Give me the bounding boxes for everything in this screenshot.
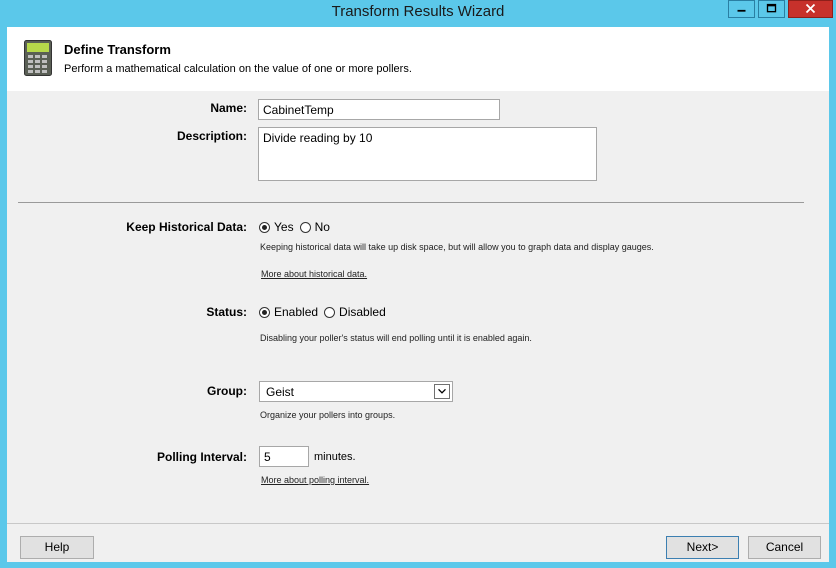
wizard-window: Transform Results Wizard Define Transfor… [0,0,836,568]
status-radio-group: Enabled Disabled [259,305,392,319]
wizard-header: Define Transform Perform a mathematical … [7,27,829,91]
description-textarea[interactable]: Divide reading by 10 [258,127,597,181]
keep-historical-yes-label[interactable]: Yes [274,220,294,234]
wizard-client-area: Define Transform Perform a mathematical … [7,27,829,562]
group-label: Group: [207,384,247,398]
maximize-button[interactable] [758,0,785,18]
cancel-button[interactable]: Cancel [748,536,821,559]
minimize-icon [737,9,746,12]
description-label: Description: [176,129,247,143]
status-disabled-label[interactable]: Disabled [339,305,386,319]
keep-historical-label: Keep Historical Data: [126,220,247,234]
section-divider [18,202,804,203]
polling-interval-link[interactable]: More about polling interval. [261,475,369,485]
polling-interval-input[interactable]: 5 [259,446,309,467]
status-disabled-radio[interactable] [324,306,336,318]
help-button[interactable]: Help [20,536,94,559]
keep-historical-no-label[interactable]: No [315,220,330,234]
status-enabled-radio[interactable] [259,306,270,318]
step-subtitle: Perform a mathematical calculation on th… [64,63,412,75]
group-selected-value: Geist [266,385,295,399]
polling-interval-unit: minutes. [314,451,356,463]
step-title: Define Transform [64,42,171,57]
title-bar[interactable]: Transform Results Wizard [0,0,836,24]
calculator-icon [24,40,52,76]
status-label: Status: [206,305,247,319]
name-label: Name: [210,101,247,115]
minimize-button[interactable] [728,0,755,18]
chevron-down-icon[interactable] [434,384,450,399]
keep-historical-hint: Keeping historical data will take up dis… [260,242,654,252]
group-select[interactable]: Geist [259,381,453,402]
keep-historical-yes-radio[interactable] [259,221,270,233]
close-icon [805,3,816,14]
polling-interval-label: Polling Interval: [156,450,247,464]
next-button[interactable]: Next> [666,536,739,559]
window-title: Transform Results Wizard [331,3,505,20]
status-hint: Disabling your poller's status will end … [260,333,532,343]
name-input[interactable]: CabinetTemp [258,99,500,120]
status-enabled-label[interactable]: Enabled [274,305,318,319]
group-hint: Organize your pollers into groups. [260,410,396,420]
maximize-icon [766,3,777,13]
historical-data-link[interactable]: More about historical data. [261,269,367,279]
wizard-footer: Help Next> Cancel [7,523,829,562]
keep-historical-no-radio[interactable] [299,221,311,233]
keep-historical-radio-group: Yes No [259,220,336,234]
close-button[interactable] [788,0,833,18]
